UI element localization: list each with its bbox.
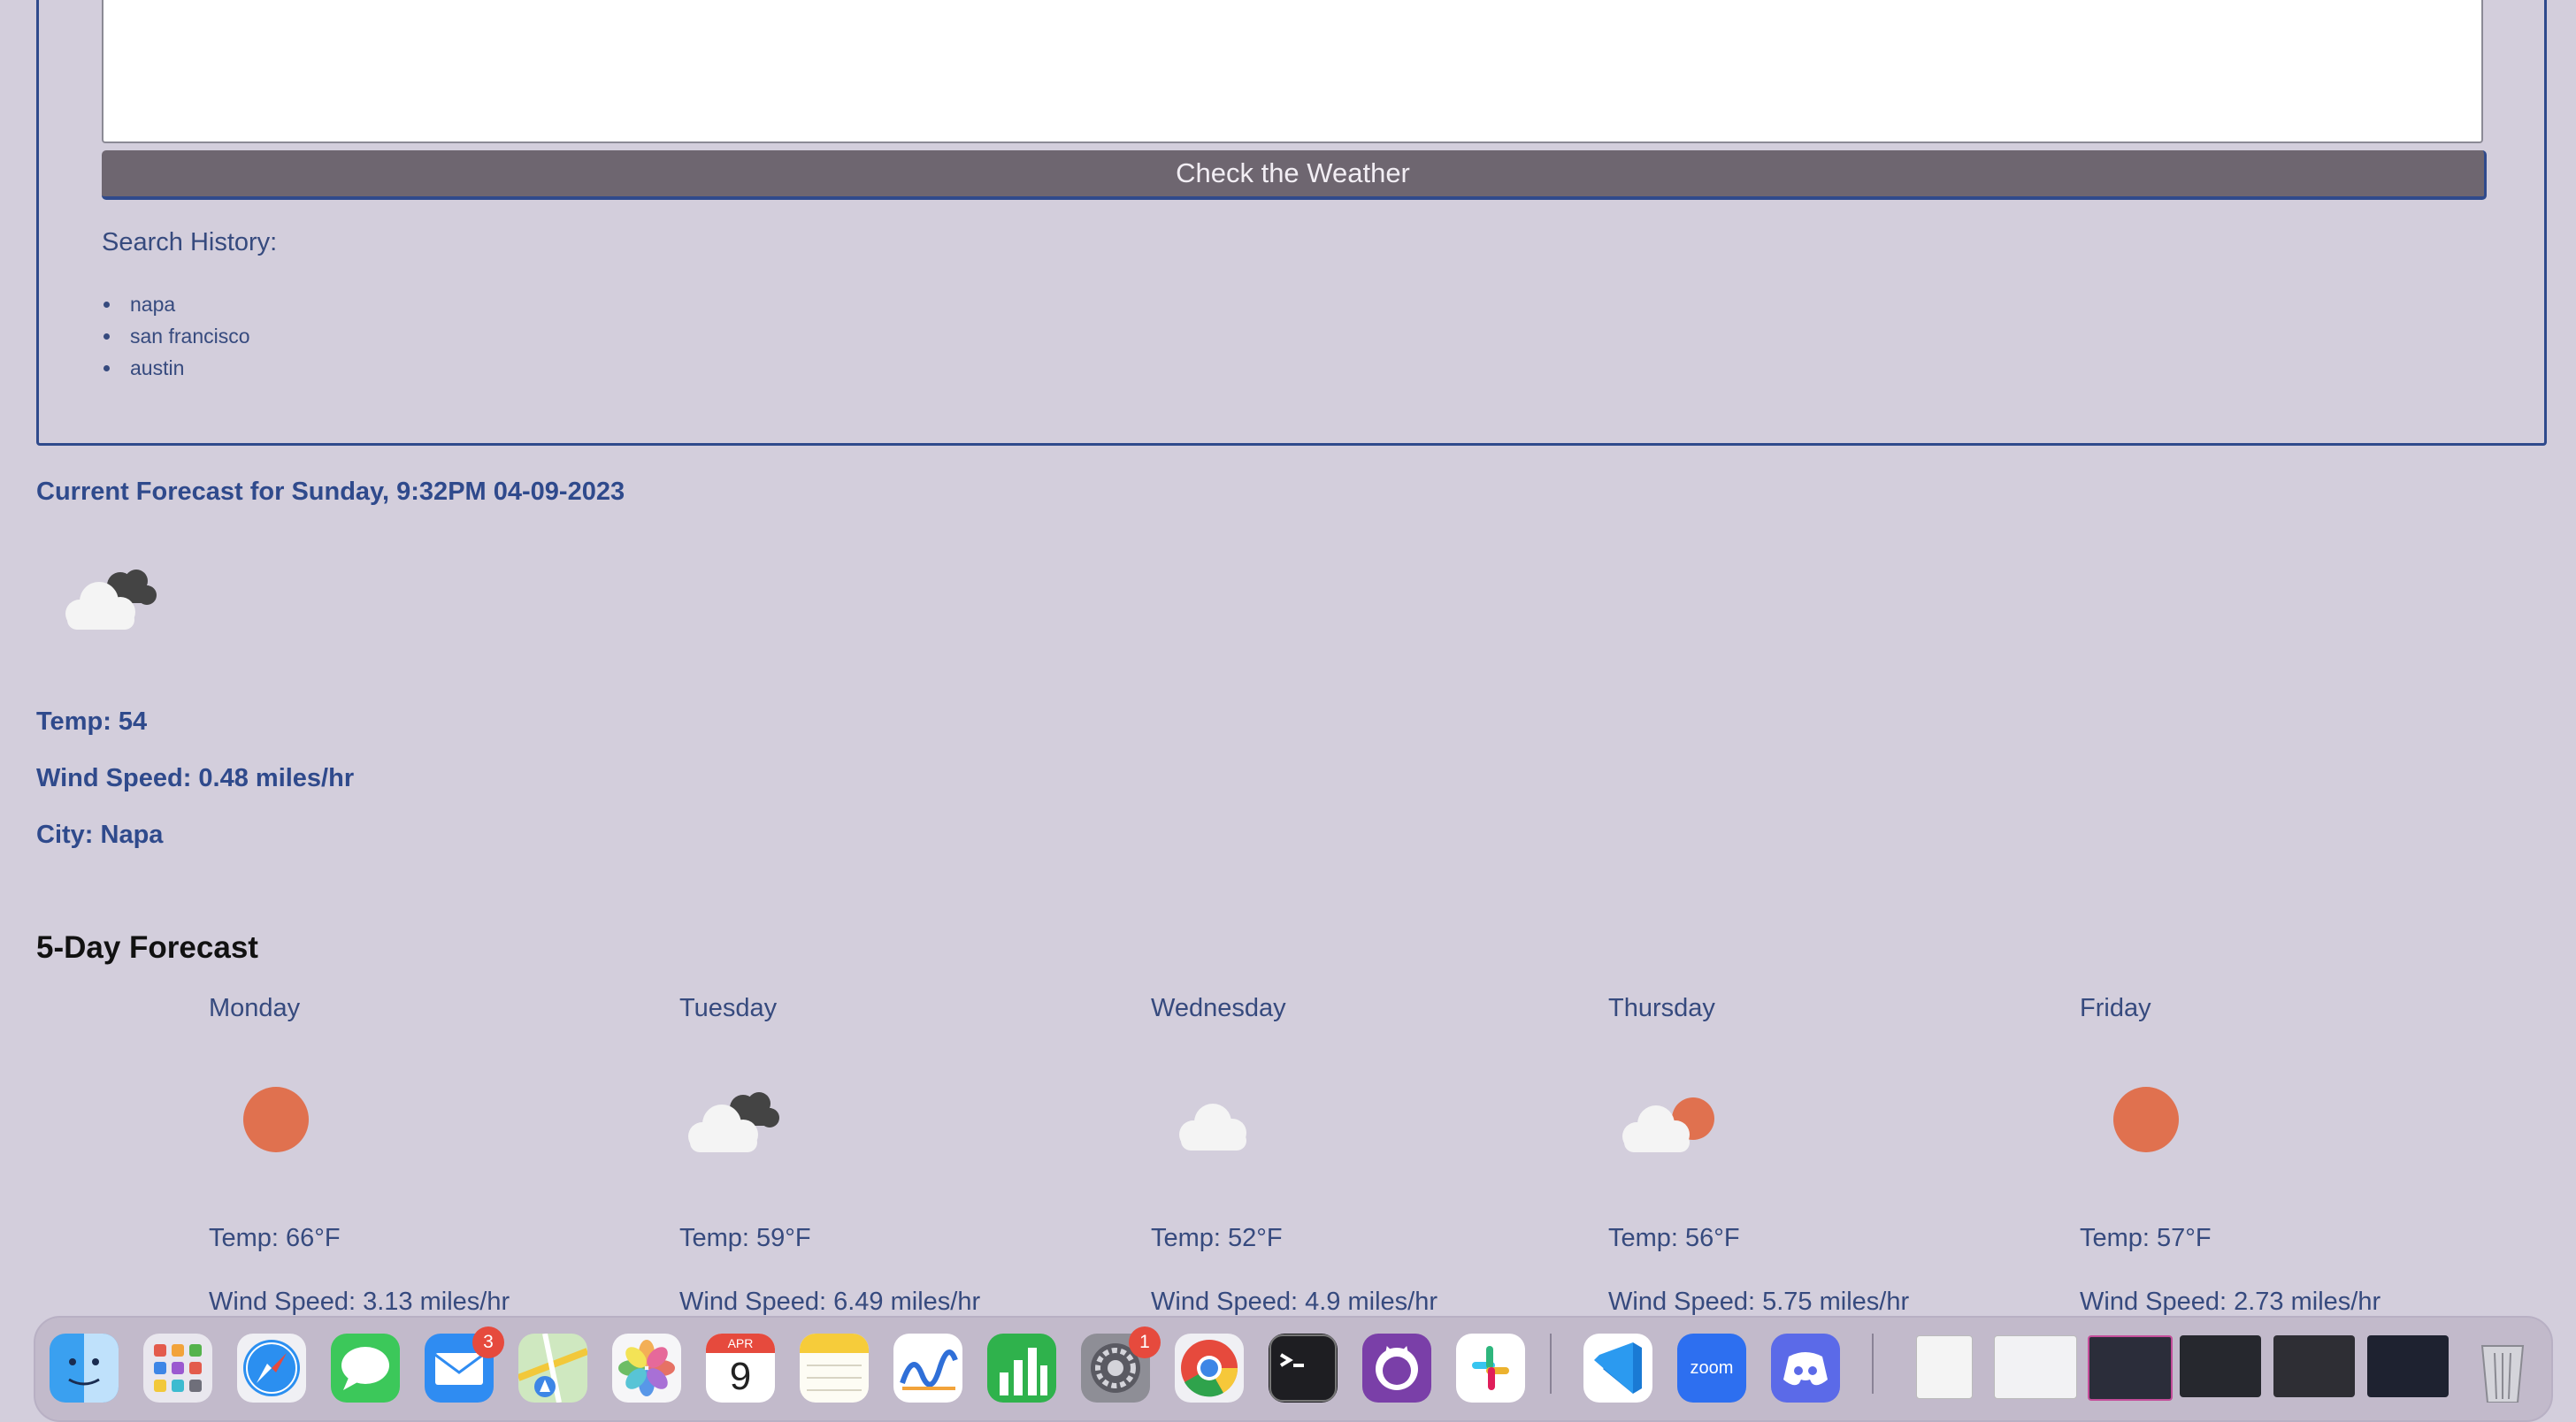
- chrome-icon[interactable]: [1175, 1334, 1244, 1403]
- forecast-day-monday: Monday Temp: 66°F Wind Speed: 3.13 miles…: [209, 994, 563, 1316]
- day-name: Tuesday: [679, 994, 778, 1022]
- day-temp: Temp: 57°F: [2080, 1224, 2212, 1252]
- safari-icon[interactable]: [237, 1334, 306, 1403]
- day-name: Monday: [209, 994, 301, 1022]
- freeform-icon[interactable]: [893, 1334, 962, 1403]
- settings-badge: 1: [1129, 1326, 1161, 1358]
- history-item-san-francisco[interactable]: san francisco: [102, 320, 250, 352]
- vscode-icon[interactable]: [1583, 1334, 1652, 1403]
- document-stack-icon[interactable]: [1916, 1335, 1973, 1399]
- check-weather-button[interactable]: Check the Weather: [102, 150, 2487, 200]
- window-thumbnail[interactable]: [2180, 1335, 2261, 1397]
- cloud-icon: [1151, 1078, 1266, 1158]
- dock-separator: [1550, 1334, 1552, 1394]
- calendar-icon[interactable]: APR 9: [706, 1334, 775, 1403]
- notes-icon[interactable]: [800, 1334, 869, 1403]
- current-city: City: Napa: [36, 821, 164, 849]
- search-history-title: Search History:: [102, 228, 278, 256]
- sun-icon: [209, 1078, 324, 1158]
- search-history-list: napa san francisco austin: [102, 288, 250, 384]
- finder-icon[interactable]: [50, 1334, 119, 1403]
- day-wind-speed: Wind Speed: 6.49 miles/hr: [679, 1288, 981, 1316]
- day-name: Thursday: [1608, 994, 1715, 1022]
- photos-icon[interactable]: [612, 1334, 681, 1403]
- history-item-napa[interactable]: napa: [102, 288, 250, 320]
- messages-icon[interactable]: [331, 1334, 400, 1403]
- day-wind-speed: Wind Speed: 4.9 miles/hr: [1151, 1288, 1438, 1316]
- five-day-forecast-title: 5-Day Forecast: [36, 930, 258, 965]
- dark-clouds-icon: [679, 1078, 794, 1158]
- day-name: Wednesday: [1151, 994, 1286, 1022]
- day-name: Friday: [2080, 994, 2151, 1022]
- forecast-day-tuesday: Tuesday Temp: 59°F Wind Speed: 6.49 mile…: [679, 994, 1033, 1316]
- partly-cloudy-night-icon: [50, 557, 165, 637]
- day-wind-speed: Wind Speed: 2.73 miles/hr: [2080, 1288, 2381, 1316]
- sun-icon: [2080, 1078, 2195, 1158]
- zoom-icon[interactable]: zoom: [1677, 1334, 1746, 1403]
- discord-icon[interactable]: [1771, 1334, 1840, 1403]
- window-thumbnail[interactable]: [2273, 1335, 2355, 1397]
- forecast-day-thursday: Thursday Temp: 56°F Wind Speed: 5.75 mil…: [1608, 994, 1962, 1316]
- day-wind-speed: Wind Speed: 3.13 miles/hr: [209, 1288, 510, 1316]
- calendar-month: APR: [706, 1334, 775, 1353]
- window-thumbnail[interactable]: [2088, 1335, 2173, 1401]
- forecast-day-wednesday: Wednesday Temp: 52°F Wind Speed: 4.9 mil…: [1151, 994, 1505, 1316]
- zoom-label: zoom: [1690, 1357, 1734, 1378]
- maps-icon[interactable]: [518, 1334, 587, 1403]
- current-forecast-title: Current Forecast for Sunday, 9:32PM 04-0…: [36, 478, 625, 506]
- window-thumbnail[interactable]: [2367, 1335, 2449, 1397]
- day-temp: Temp: 66°F: [209, 1224, 341, 1252]
- day-temp: Temp: 56°F: [1608, 1224, 1740, 1252]
- current-temp: Temp: 54: [36, 707, 148, 736]
- mail-badge: 3: [472, 1326, 504, 1358]
- trash-icon[interactable]: [2468, 1334, 2537, 1403]
- day-temp: Temp: 59°F: [679, 1224, 811, 1252]
- day-wind-speed: Wind Speed: 5.75 miles/hr: [1608, 1288, 1910, 1316]
- partly-sunny-icon: [1608, 1078, 1723, 1158]
- day-temp: Temp: 52°F: [1151, 1224, 1283, 1252]
- current-wind-speed: Wind Speed: 0.48 miles/hr: [36, 764, 355, 792]
- launchpad-icon[interactable]: [143, 1334, 212, 1403]
- window-thumbnail[interactable]: [1994, 1335, 2077, 1399]
- terminal-icon[interactable]: [1269, 1334, 1338, 1403]
- numbers-icon[interactable]: [987, 1334, 1056, 1403]
- dock-separator: [1872, 1334, 1874, 1394]
- history-item-austin[interactable]: austin: [102, 352, 250, 384]
- github-desktop-icon[interactable]: [1362, 1334, 1431, 1403]
- slack-icon[interactable]: [1456, 1334, 1525, 1403]
- forecast-day-friday: Friday Temp: 57°F Wind Speed: 2.73 miles…: [2080, 994, 2434, 1316]
- city-search-input[interactable]: [102, 0, 2483, 143]
